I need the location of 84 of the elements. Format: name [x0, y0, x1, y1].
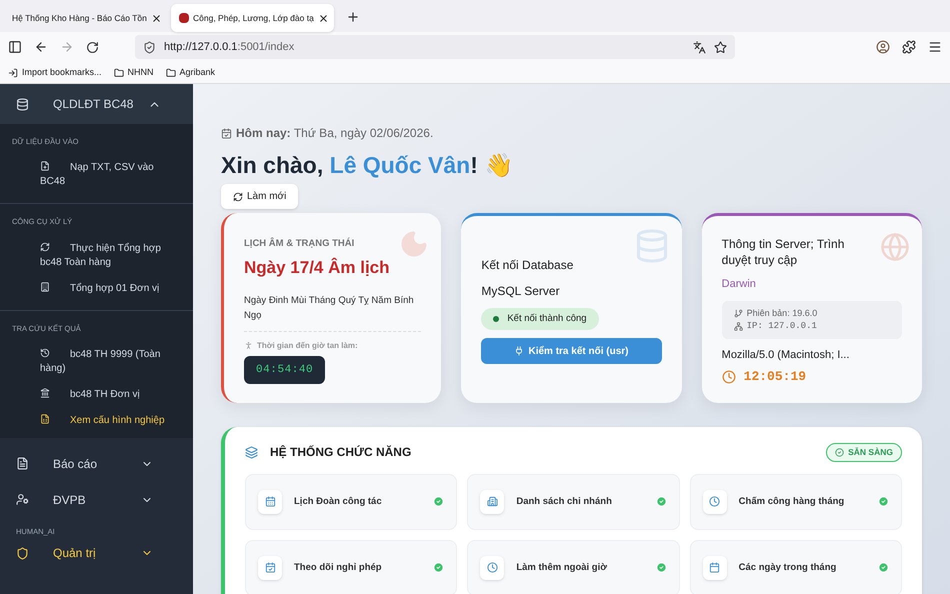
- menu-item[interactable]: Nạp TXT, CSV vào BC48: [12, 155, 181, 196]
- ip-text: IP: 127.0.0.1: [734, 320, 890, 332]
- import-icon: [8, 68, 18, 78]
- lunar-detail: Ngày Đinh Mùi Tháng Quý Tỵ Năm Bính Ngọ: [244, 292, 422, 332]
- bank-icon: [40, 388, 50, 398]
- card-title: Kết nối Database: [481, 257, 574, 274]
- server-name: MySQL Server: [481, 283, 561, 300]
- function-card[interactable]: Các ngày trong tháng: [690, 540, 902, 594]
- sidebar-icon[interactable]: [8, 40, 22, 54]
- user-gear-icon: [16, 493, 29, 506]
- os-name: Darwin: [722, 277, 757, 292]
- site-icon: [179, 13, 189, 23]
- browser-tab[interactable]: Hệ Thống Kho Hàng - Báo Cáo Tồn: [4, 4, 167, 32]
- refresh-icon: [233, 192, 243, 202]
- menu-item[interactable]: Xem cấu hình nghiệp: [12, 408, 181, 434]
- folder-icon: [114, 68, 124, 78]
- function-icon: [480, 490, 504, 514]
- function-icon: [258, 556, 282, 580]
- moon-icon: [399, 229, 430, 259]
- function-icon: [702, 556, 727, 580]
- spreadsheet-icon: [40, 414, 50, 424]
- function-icon: [480, 556, 504, 580]
- history-icon: [40, 348, 50, 358]
- function-card[interactable]: Lịch Đoàn công tác: [245, 474, 458, 530]
- calendar-icon: [221, 128, 232, 138]
- document-icon: [16, 457, 29, 470]
- card-title: Thông tin Server; Trình duyệt truy cập: [722, 236, 846, 268]
- building-icon: [40, 282, 50, 292]
- new-tab-icon[interactable]: [346, 10, 360, 24]
- user-agent: Mozilla/5.0 (Macintosh; I...: [722, 348, 850, 362]
- ready-badge: SẴN SÀNG: [826, 443, 902, 462]
- menu-item[interactable]: bc48 TH 9999 (Toàn hàng): [12, 342, 181, 382]
- greeting-heading: Xin chào, Lê Quốc Vân! 👋: [221, 151, 514, 180]
- bookmark[interactable]: Import bookmarks...: [8, 66, 102, 80]
- function-card[interactable]: Làm thêm ngoài giờ: [467, 540, 680, 594]
- menu-item[interactable]: ĐVPB: [0, 482, 193, 518]
- person-icon: [244, 341, 253, 350]
- function-card[interactable]: Danh sách chi nhánh: [467, 474, 680, 530]
- account-icon[interactable]: [876, 40, 890, 54]
- close-icon[interactable]: [150, 12, 162, 24]
- card-heading: LỊCH ÂM & TRẠNG THÁI: [244, 237, 356, 251]
- reload-icon[interactable]: [86, 40, 99, 54]
- translate-icon[interactable]: [693, 40, 706, 54]
- file-plus-icon: [40, 161, 50, 172]
- check-icon: [835, 448, 844, 457]
- address-bar[interactable]: http://127.0.0.1:5001/index: [135, 35, 735, 59]
- panel-title: HỆ THỐNG CHỨC NĂNG: [270, 444, 412, 462]
- menu-item[interactable]: bc48 TH Đơn vị: [12, 382, 181, 408]
- function-card[interactable]: Chấm công hàng tháng: [690, 474, 902, 530]
- shield-icon: [143, 40, 156, 54]
- version-text: Phiên bản: 19.6.0: [734, 306, 890, 320]
- back-icon[interactable]: [34, 40, 48, 54]
- function-icon: [702, 490, 727, 514]
- sidebar-header[interactable]: QLDLĐT BC48: [0, 84, 193, 124]
- menu-item[interactable]: Thực hiện Tổng hợp bc48 Toàn hàng: [12, 236, 181, 276]
- globe-icon: [880, 232, 910, 262]
- browser-tab[interactable]: Công, Phép, Lương, Lớp đào tạ: [171, 4, 334, 32]
- countdown-timer: 04:54:40: [244, 356, 326, 384]
- shield-icon: [16, 546, 29, 560]
- extensions-icon[interactable]: [902, 40, 916, 54]
- lunar-date: Ngày 17/4 Âm lịch: [244, 256, 391, 280]
- layers-icon: [245, 446, 258, 459]
- today-text: Hôm nay: Thứ Ba, ngày 02/06/2026.: [221, 124, 922, 142]
- star-icon[interactable]: [714, 40, 727, 54]
- folder-icon: [166, 68, 176, 78]
- refresh-icon: [40, 242, 50, 252]
- function-icon: [258, 490, 282, 514]
- branch-icon: [734, 308, 743, 318]
- database-icon: [16, 98, 29, 110]
- menu-item[interactable]: Quản trị: [0, 537, 193, 569]
- status-badge: Kết nối thành công: [481, 308, 599, 330]
- network-icon: [734, 322, 743, 330]
- menu-item[interactable]: Báo cáo: [0, 446, 193, 482]
- clock-icon: [722, 370, 736, 384]
- countdown-label: Thời gian đến giờ tan làm:: [244, 340, 422, 352]
- close-icon[interactable]: [318, 12, 329, 24]
- function-card[interactable]: Theo dõi nghỉ phép: [245, 540, 458, 594]
- menu-item[interactable]: Tổng hợp 01 Đơn vị: [12, 276, 181, 302]
- refresh-button[interactable]: Làm mới: [221, 184, 298, 209]
- server-time: 12:05:19: [722, 367, 902, 386]
- bookmark[interactable]: Agribank: [166, 66, 216, 80]
- bookmark[interactable]: NHNN: [114, 66, 154, 80]
- plug-icon: [514, 346, 524, 356]
- menu-icon[interactable]: [928, 40, 942, 54]
